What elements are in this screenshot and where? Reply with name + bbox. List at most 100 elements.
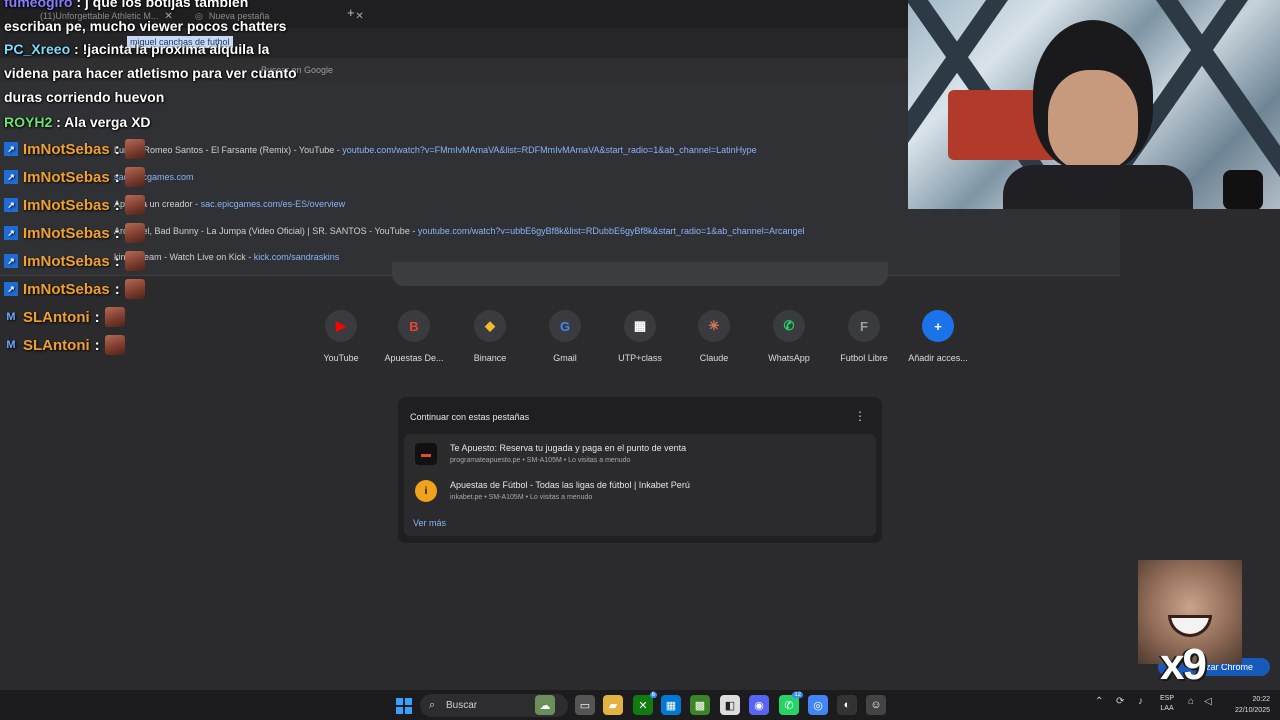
chat-message: M SLAntoni:	[4, 333, 125, 357]
file-explorer-icon[interactable]: ▰	[603, 695, 623, 715]
chat-message: ↗ ImNotSebas:	[4, 137, 145, 161]
shortcut-label: Binance	[473, 353, 507, 363]
shortcut-icon: G	[549, 310, 581, 342]
chat-separator: :	[114, 196, 120, 214]
shortcut-label: UTP+class	[618, 353, 662, 363]
volume-icon[interactable]: ◁	[1204, 696, 1212, 707]
emote-icon	[124, 251, 145, 271]
chat-separator: :	[114, 140, 120, 158]
xbox-icon[interactable]: ✕ 6	[633, 692, 657, 715]
shortcut-label: WhatsApp	[768, 353, 810, 363]
site-favicon-icon: ▬	[415, 443, 437, 465]
mod-badge-icon: M	[6, 339, 16, 351]
item-title: Apuestas de Fútbol - Todas las ligas de …	[450, 480, 690, 490]
sub-badge-icon: ↗	[4, 198, 18, 212]
store-icon[interactable]: ▦	[661, 695, 681, 715]
sync-icon[interactable]: ⟳	[1116, 696, 1124, 707]
lang-code: ESP	[1160, 695, 1175, 702]
emote-icon	[124, 167, 145, 187]
time: 20:22	[1252, 696, 1270, 703]
emote-icon	[124, 195, 145, 215]
search-label: Buscar	[446, 700, 478, 711]
language-indicator[interactable]: ESP LAA	[1160, 694, 1174, 714]
chat-username: ROYH2	[4, 114, 53, 130]
windows-start-icon[interactable]	[396, 698, 412, 714]
chat-separator: :	[114, 224, 120, 242]
shortcut-tile[interactable]: F Futbol Libre	[824, 310, 904, 363]
list-item[interactable]: i Apuestas de Fútbol - Todas las ligas d…	[409, 474, 871, 508]
chat-username: SLAntoni	[23, 336, 90, 354]
shortcut-label: Gmail	[553, 353, 577, 363]
shortcut-icon: F	[848, 310, 880, 342]
chat-username: ImNotSebas	[23, 168, 110, 186]
site-favicon-icon: i	[415, 480, 437, 502]
emote-icon	[124, 279, 145, 299]
card-list: ▬ Te Apuesto: Reserva tu jugada y paga e…	[404, 434, 876, 536]
list-item[interactable]: ▬ Te Apuesto: Reserva tu jugada y paga e…	[409, 437, 871, 471]
chrome-icon[interactable]: ◎	[808, 695, 828, 715]
chat-message: ↗ ImNotSebas:	[4, 277, 145, 301]
sub-badge-icon: ↗	[4, 142, 18, 156]
see-more-link[interactable]: Ver más	[413, 518, 446, 528]
widget-icon[interactable]: ☁	[535, 695, 555, 715]
emote-icon	[124, 223, 145, 243]
date: 22/10/2025	[1234, 707, 1270, 714]
app-icon[interactable]: ◐	[837, 695, 857, 715]
chat-separator: :	[114, 168, 120, 186]
sub-badge-icon: ↗	[4, 282, 18, 296]
stream-chat-overlay: fumeogiro : j que los botijas tambien es…	[0, 0, 420, 360]
network-icon[interactable]: ⌂	[1188, 696, 1194, 707]
chat-separator: :	[114, 252, 120, 270]
shortcut-tile[interactable]: G Gmail	[525, 310, 605, 363]
clock[interactable]: 20:22 22/10/2025	[1222, 694, 1270, 716]
shortcut-icon: ▦	[624, 310, 656, 342]
chat-username: PC_Xreeo	[4, 41, 71, 57]
shortcut-icon: ✳	[698, 310, 730, 342]
item-meta: programateapuesto.pe • SM-A105M • Lo vis…	[450, 457, 631, 464]
mic-icon[interactable]: ♪	[1138, 696, 1143, 707]
lang-layout: LAA	[1160, 705, 1174, 712]
emote-icon	[124, 139, 145, 159]
chat-username: ImNotSebas	[23, 196, 110, 214]
discord-icon[interactable]: ◉	[749, 695, 769, 715]
chat-username: ImNotSebas	[23, 280, 110, 298]
chat-message: ↗ ImNotSebas:	[4, 165, 145, 189]
task-view-icon[interactable]: ▭	[575, 695, 595, 715]
continue-tabs-card: Continuar con estas pestañas ⋮ ▬ Te Apue…	[398, 397, 882, 543]
minecraft-icon[interactable]: ▩	[690, 695, 710, 715]
chat-separator: :	[114, 280, 120, 298]
shortcut-tile[interactable]: ✳ Claude	[674, 310, 754, 363]
more-options-icon[interactable]: ⋮	[854, 409, 866, 423]
webcam-feed	[908, 0, 1280, 209]
whatsapp-icon[interactable]: ✆ 12	[779, 692, 803, 715]
chat-separator: :	[94, 308, 100, 326]
app-icon[interactable]: ☺	[866, 695, 886, 715]
mod-badge-icon: M	[6, 311, 16, 323]
chat-message: ↗ ImNotSebas:	[4, 193, 145, 217]
chat-message: ROYH2 : Ala verga XD	[4, 110, 309, 134]
shortcut-tile[interactable]: + Añadir acces...	[898, 310, 978, 363]
item-meta: inkabet.pe • SM-A105M • Lo visitas a men…	[450, 494, 593, 501]
sub-badge-icon: ↗	[4, 226, 18, 240]
shortcut-icon: +	[922, 310, 954, 342]
shortcut-tile[interactable]: ◆ Binance	[450, 310, 530, 363]
chat-username: ImNotSebas	[23, 252, 110, 270]
chat-message: ↗ ImNotSebas:	[4, 221, 145, 245]
emote-combo-count: x9	[1160, 640, 1207, 689]
shortcut-tile[interactable]: ✆ WhatsApp	[749, 310, 829, 363]
card-title: Continuar con estas pestañas	[410, 412, 530, 422]
chevron-up-icon[interactable]: ⌃	[1095, 696, 1103, 707]
sub-badge-icon: ↗	[4, 254, 18, 268]
emote-icon	[104, 335, 125, 355]
shortcut-icon: ◆	[474, 310, 506, 342]
sub-badge-icon: ↗	[4, 170, 18, 184]
search-input[interactable]	[392, 262, 888, 286]
chat-username: ImNotSebas	[23, 140, 110, 158]
shortcut-icon: ✆	[773, 310, 805, 342]
taskbar: ⌕ Buscar ☁ ▭ ▰ ✕ 6 ▦ ▩ ◧ ◉ ✆ 12 ◎ ◐ ☺ ⌃ ⟳ …	[0, 689, 1280, 720]
app-icon[interactable]: ◧	[720, 695, 740, 715]
chat-text: : Ala verga XD	[56, 114, 151, 130]
chat-username: SLAntoni	[23, 308, 90, 326]
shortcut-tile[interactable]: ▦ UTP+class	[600, 310, 680, 363]
chat-message: M SLAntoni:	[4, 305, 125, 329]
